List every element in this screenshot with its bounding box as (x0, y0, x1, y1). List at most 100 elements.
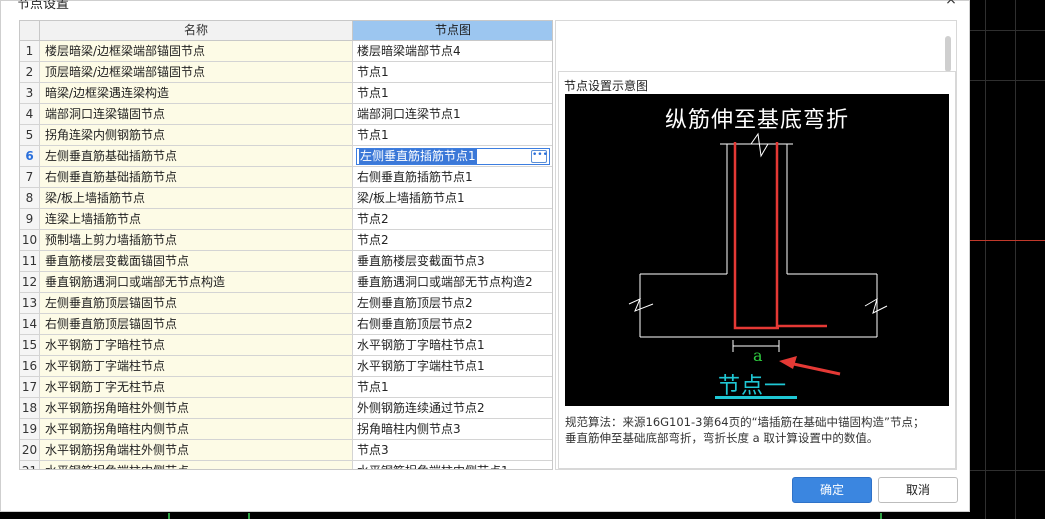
table-row[interactable]: 4 端部洞口连梁锚固节点 端部洞口连梁节点1 (20, 104, 552, 125)
row-index[interactable]: 7 (20, 167, 40, 188)
ok-button[interactable]: 确定 (792, 477, 872, 503)
row-node-cell[interactable]: 水平钢筋丁字暗柱节点1 (353, 335, 552, 356)
row-node-cell[interactable]: 楼层暗梁端部节点4 (353, 41, 552, 62)
row-name[interactable]: 暗梁/边框梁遇连梁构造 (40, 83, 353, 104)
row-index[interactable]: 10 (20, 230, 40, 251)
row-index[interactable]: 12 (20, 272, 40, 293)
background-grid-line (970, 470, 1045, 471)
row-index[interactable]: 17 (20, 377, 40, 398)
table-row[interactable]: 11 垂直筋楼层变截面锚固节点 垂直筋楼层变截面节点3 (20, 251, 552, 272)
row-name[interactable]: 水平钢筋丁字暗柱节点 (40, 335, 353, 356)
table-row[interactable]: 3 暗梁/边框梁遇连梁构造 节点1 (20, 83, 552, 104)
row-node-cell[interactable]: 垂直筋遇洞口或端部无节点构造2 (353, 272, 552, 293)
row-index[interactable]: 9 (20, 209, 40, 230)
row-name[interactable]: 水平钢筋拐角端柱外侧节点 (40, 440, 353, 461)
row-node-cell[interactable]: 左侧垂直筋插筋节点1 ••• (353, 146, 552, 167)
table-row[interactable]: 19 水平钢筋拐角暗柱内侧节点 拐角暗柱内侧节点3 (20, 419, 552, 440)
row-index[interactable]: 16 (20, 356, 40, 377)
row-node-cell[interactable]: 节点1 (353, 83, 552, 104)
row-name[interactable]: 垂直筋楼层变截面锚固节点 (40, 251, 353, 272)
table-row[interactable]: 14 右侧垂直筋顶层锚固节点 右侧垂直筋顶层节点2 (20, 314, 552, 335)
row-name[interactable]: 水平钢筋拐角暗柱外侧节点 (40, 398, 353, 419)
row-node-cell[interactable]: 节点1 (353, 377, 552, 398)
row-name[interactable]: 连梁上墙插筋节点 (40, 209, 353, 230)
table-row[interactable]: 7 右侧垂直筋基础插筋节点 右侧垂直筋插筋节点1 (20, 167, 552, 188)
row-index[interactable]: 4 (20, 104, 40, 125)
table-row[interactable]: 16 水平钢筋丁字端柱节点 水平钢筋丁字端柱节点1 (20, 356, 552, 377)
row-name[interactable]: 左侧垂直筋基础插筋节点 (40, 146, 353, 167)
table-row[interactable]: 13 左侧垂直筋顶层锚固节点 左侧垂直筋顶层节点2 (20, 293, 552, 314)
node-settings-table: 名称 节点图 1 楼层暗梁/边框梁端部锚固节点 楼层暗梁端部节点4 2 顶层暗梁/边框梁… (19, 20, 553, 470)
description-line-2: 垂直筋伸至基础底部弯折，弯折长度 a 取计算设置中的数值。 (565, 431, 879, 445)
cancel-button[interactable]: 取消 (878, 477, 958, 503)
row-node-cell[interactable]: 垂直筋楼层变截面节点3 (353, 251, 552, 272)
row-index[interactable]: 5 (20, 125, 40, 146)
header-name[interactable]: 名称 (40, 21, 353, 41)
row-index[interactable]: 13 (20, 293, 40, 314)
row-index[interactable]: 21 (20, 461, 40, 469)
table-row[interactable]: 17 水平钢筋丁字无柱节点 节点1 (20, 377, 552, 398)
row-index[interactable]: 20 (20, 440, 40, 461)
background-grid-line (970, 30, 1045, 31)
row-name[interactable]: 水平钢筋拐角端柱内侧节点 (40, 461, 353, 469)
node-settings-dialog: 节点设置 × 名称 节点图 1 楼层暗梁/边框梁端部锚固节点 楼层暗梁端部节点4 2 顶… (0, 0, 970, 512)
background-green-tick (168, 513, 170, 519)
row-name[interactable]: 水平钢筋拐角暗柱内侧节点 (40, 419, 353, 440)
row-node-cell[interactable]: 节点2 (353, 209, 552, 230)
table-row[interactable]: 6 左侧垂直筋基础插筋节点 左侧垂直筋插筋节点1 ••• (20, 146, 552, 167)
row-node-cell[interactable]: 节点3 (353, 440, 552, 461)
ellipsis-icon[interactable]: ••• (531, 150, 548, 163)
row-index[interactable]: 11 (20, 251, 40, 272)
table-row[interactable]: 15 水平钢筋丁字暗柱节点 水平钢筋丁字暗柱节点1 (20, 335, 552, 356)
node-label-underline (715, 396, 797, 399)
row-node-cell[interactable]: 节点2 (353, 230, 552, 251)
row-index[interactable]: 3 (20, 83, 40, 104)
row-node-cell[interactable]: 节点1 (353, 125, 552, 146)
row-node-cell[interactable]: 梁/板上墙插筋节点1 (353, 188, 552, 209)
row-index[interactable]: 1 (20, 41, 40, 62)
node-edit-field[interactable]: 左侧垂直筋插筋节点1 ••• (356, 148, 550, 165)
table-row[interactable]: 9 连梁上墙插筋节点 节点2 (20, 209, 552, 230)
table-row[interactable]: 2 顶层暗梁/边框梁端部锚固节点 节点1 (20, 62, 552, 83)
row-index[interactable]: 19 (20, 419, 40, 440)
row-name[interactable]: 预制墙上剪力墙插筋节点 (40, 230, 353, 251)
row-name[interactable]: 右侧垂直筋顶层锚固节点 (40, 314, 353, 335)
row-node-cell[interactable]: 右侧垂直筋顶层节点2 (353, 314, 552, 335)
row-node-cell[interactable]: 左侧垂直筋顶层节点2 (353, 293, 552, 314)
row-node-cell[interactable]: 拐角暗柱内侧节点3 (353, 419, 552, 440)
table-row[interactable]: 21水平钢筋拐角端柱内侧节点水平钢筋拐角端柱内侧节点1 (20, 461, 552, 469)
row-name[interactable]: 顶层暗梁/边框梁端部锚固节点 (40, 62, 353, 83)
row-index[interactable]: 15 (20, 335, 40, 356)
table-row[interactable]: 20 水平钢筋拐角端柱外侧节点 节点3 (20, 440, 552, 461)
table-row[interactable]: 1 楼层暗梁/边框梁端部锚固节点 楼层暗梁端部节点4 (20, 41, 552, 62)
row-name[interactable]: 拐角连梁内侧钢筋节点 (40, 125, 353, 146)
row-name[interactable]: 左侧垂直筋顶层锚固节点 (40, 293, 353, 314)
table-row[interactable]: 5 拐角连梁内侧钢筋节点 节点1 (20, 125, 552, 146)
row-name[interactable]: 垂直钢筋遇洞口或端部无节点构造 (40, 272, 353, 293)
row-index[interactable]: 2 (20, 62, 40, 83)
row-name[interactable]: 水平钢筋丁字端柱节点 (40, 356, 353, 377)
close-icon[interactable]: × (941, 0, 961, 8)
row-node-cell[interactable]: 外侧钢筋连续通过节点2 (353, 398, 552, 419)
header-node-diagram[interactable]: 节点图 (353, 21, 552, 41)
row-node-cell[interactable]: 水平钢筋拐角端柱内侧节点1 (353, 461, 552, 469)
row-index[interactable]: 14 (20, 314, 40, 335)
row-index[interactable]: 6 (20, 146, 40, 167)
node-edit-value[interactable]: 左侧垂直筋插筋节点1 (359, 149, 477, 164)
row-name[interactable]: 端部洞口连梁锚固节点 (40, 104, 353, 125)
table-row[interactable]: 12 垂直钢筋遇洞口或端部无节点构造 垂直筋遇洞口或端部无节点构造2 (20, 272, 552, 293)
table-row[interactable]: 10 预制墙上剪力墙插筋节点 节点2 (20, 230, 552, 251)
row-node-cell[interactable]: 端部洞口连梁节点1 (353, 104, 552, 125)
row-node-cell[interactable]: 水平钢筋丁字端柱节点1 (353, 356, 552, 377)
row-name[interactable]: 楼层暗梁/边框梁端部锚固节点 (40, 41, 353, 62)
table-row[interactable]: 18 水平钢筋拐角暗柱外侧节点 外侧钢筋连续通过节点2 (20, 398, 552, 419)
row-index[interactable]: 8 (20, 188, 40, 209)
row-name[interactable]: 水平钢筋丁字无柱节点 (40, 377, 353, 398)
row-name[interactable]: 梁/板上墙插筋节点 (40, 188, 353, 209)
row-node-cell[interactable]: 节点1 (353, 62, 552, 83)
table-row[interactable]: 8 梁/板上墙插筋节点 梁/板上墙插筋节点1 (20, 188, 552, 209)
row-node-cell[interactable]: 右侧垂直筋插筋节点1 (353, 167, 552, 188)
row-name[interactable]: 右侧垂直筋基础插筋节点 (40, 167, 353, 188)
row-index[interactable]: 18 (20, 398, 40, 419)
preview-scrollbar[interactable] (945, 36, 951, 72)
